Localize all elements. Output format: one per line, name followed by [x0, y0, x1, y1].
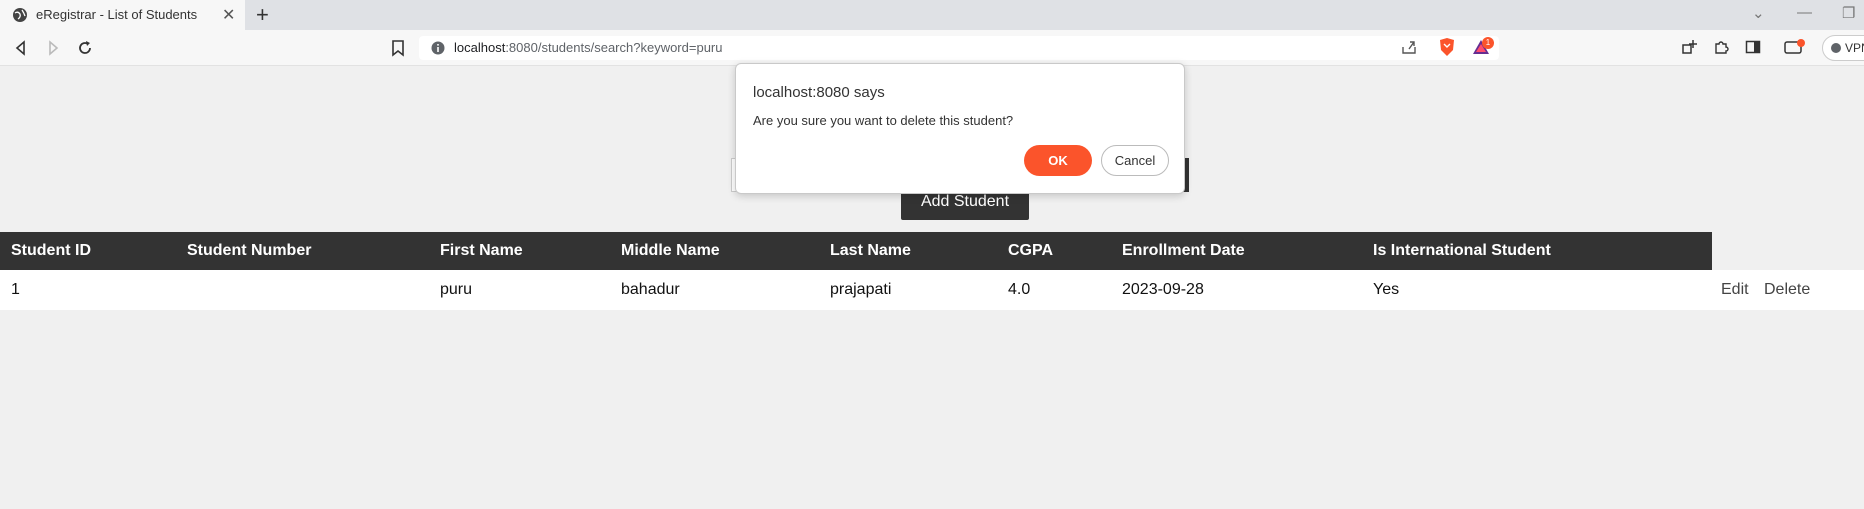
close-tab-icon[interactable]: ✕: [222, 5, 235, 25]
sidebar-icon[interactable]: [1745, 39, 1761, 55]
wallet-icon[interactable]: [1784, 39, 1806, 55]
puzzle-icon[interactable]: [1713, 39, 1729, 55]
delete-link[interactable]: Delete: [1764, 281, 1810, 299]
vpn-status-icon: [1831, 43, 1841, 53]
cell-last-name: prajapati: [830, 281, 892, 298]
cell-middle-name: bahadur: [621, 281, 680, 298]
tab-title: eRegistrar - List of Students: [36, 7, 198, 22]
reload-icon[interactable]: [76, 39, 94, 57]
col-first-name: First Name: [440, 242, 523, 259]
col-last-name: Last Name: [830, 242, 911, 259]
tab-strip: eRegistrar - List of Students ✕ + ⌄ — ❐: [0, 0, 1864, 30]
browser-tab[interactable]: eRegistrar - List of Students ✕: [0, 0, 245, 30]
cell-enrollment-date: 2023-09-28: [1122, 281, 1204, 298]
cancel-button[interactable]: Cancel: [1101, 145, 1169, 176]
col-is-international: Is International Student: [1373, 242, 1551, 259]
col-middle-name: Middle Name: [621, 242, 720, 259]
globe-icon: [13, 8, 27, 22]
cell-student-id: 1: [11, 281, 20, 298]
table-header: Student ID Student Number First Name Mid…: [0, 232, 1712, 270]
rewards-badge: 1: [1482, 37, 1494, 49]
col-student-id: Student ID: [11, 242, 91, 259]
url-text[interactable]: localhost:8080/students/search?keyword=p…: [454, 40, 722, 55]
extension-icon[interactable]: [1681, 39, 1697, 55]
bookmark-icon[interactable]: [390, 39, 406, 57]
table-row: 1 puru bahadur prajapati 4.0 2023-09-28 …: [0, 270, 1864, 310]
forward-icon[interactable]: [44, 39, 62, 57]
vpn-button[interactable]: VPN: [1822, 35, 1864, 61]
col-student-number: Student Number: [187, 242, 312, 259]
share-icon[interactable]: [1401, 39, 1417, 55]
col-cgpa: CGPA: [1008, 242, 1054, 259]
dialog-title: localhost:8080 says: [753, 84, 885, 101]
cell-first-name: puru: [440, 281, 473, 298]
new-tab-icon[interactable]: +: [256, 2, 269, 28]
col-enrollment-date: Enrollment Date: [1122, 242, 1245, 259]
chevron-down-icon[interactable]: ⌄: [1752, 4, 1765, 22]
confirm-dialog: localhost:8080 says Are you sure you wan…: [735, 63, 1185, 194]
url-host: localhost: [454, 40, 506, 55]
cell-is-international: Yes: [1373, 281, 1400, 298]
vpn-label: VPN: [1845, 41, 1864, 55]
restore-icon[interactable]: ❐: [1842, 4, 1855, 22]
ok-button[interactable]: OK: [1024, 145, 1092, 176]
info-icon[interactable]: [431, 41, 445, 55]
back-icon[interactable]: [12, 39, 30, 57]
cell-cgpa: 4.0: [1008, 281, 1031, 298]
minimize-icon[interactable]: —: [1797, 4, 1812, 21]
brave-shield-icon[interactable]: [1438, 37, 1456, 57]
edit-link[interactable]: Edit: [1721, 281, 1749, 299]
url-path: :8080/students/search?keyword=puru: [505, 40, 723, 55]
dialog-message: Are you sure you want to delete this stu…: [753, 113, 1014, 128]
